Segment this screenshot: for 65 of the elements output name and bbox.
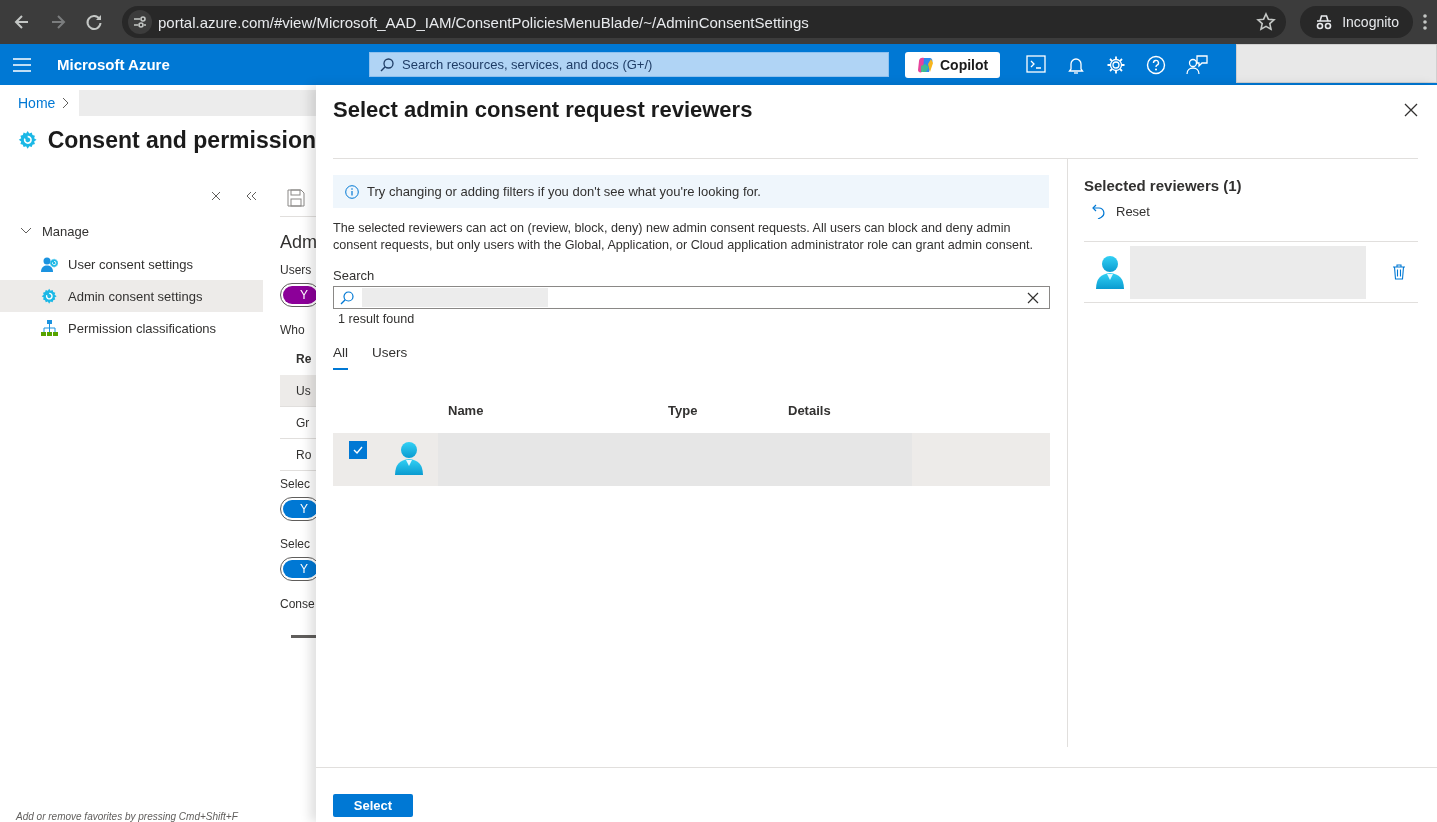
checkbox[interactable] bbox=[349, 441, 367, 459]
menu-icon[interactable] bbox=[13, 57, 31, 72]
user-avatar-icon bbox=[1094, 255, 1126, 289]
save-icon[interactable] bbox=[287, 189, 305, 207]
feedback-icon[interactable] bbox=[1186, 54, 1209, 75]
site-settings-icon[interactable] bbox=[128, 10, 152, 34]
incognito-button[interactable]: Incognito bbox=[1300, 6, 1413, 38]
search-field[interactable]: Search resources, services, and docs (G+/) bbox=[369, 52, 889, 77]
slider-track bbox=[291, 635, 316, 638]
reset-button[interactable]: Reset bbox=[1092, 203, 1418, 219]
panel-title: Select admin consent request reviewers bbox=[333, 97, 753, 123]
field-label: Search bbox=[333, 268, 376, 283]
star-icon[interactable] bbox=[1256, 12, 1277, 32]
column-header: Details bbox=[788, 403, 832, 418]
column-header: Type bbox=[668, 403, 699, 418]
setting-label: Who bbox=[280, 322, 306, 339]
delete-icon[interactable] bbox=[1392, 264, 1406, 280]
portal-brand[interactable]: Microsoft Azure bbox=[57, 56, 369, 73]
breadcrumb-link[interactable]: Home bbox=[18, 94, 56, 111]
select-button[interactable]: Select bbox=[333, 794, 413, 817]
help-icon[interactable] bbox=[1146, 54, 1167, 75]
checkmark-icon bbox=[353, 446, 363, 454]
search-icon bbox=[380, 57, 394, 72]
column-header: Re bbox=[295, 351, 313, 368]
close-icon[interactable] bbox=[1404, 103, 1418, 117]
address-bar[interactable]: portal.azure.com/#view/Microsoft_AAD_IAM/ConsentPoliciesMenuBlade/~/AdminConsentSettings bbox=[122, 6, 1287, 38]
clear-icon[interactable] bbox=[1027, 291, 1039, 304]
hierarchy-icon bbox=[41, 320, 58, 336]
close-icon[interactable] bbox=[211, 191, 221, 201]
copilot-icon bbox=[916, 55, 934, 74]
nav-item[interactable]: Permission classifications bbox=[0, 312, 263, 344]
setting-label: Users bbox=[280, 262, 313, 279]
search-icon bbox=[340, 290, 354, 305]
reload-icon[interactable] bbox=[84, 12, 104, 32]
gear-icon bbox=[41, 288, 58, 304]
page-title: Consent and permission bbox=[47, 126, 316, 154]
user-gear-icon bbox=[41, 256, 58, 272]
nav-item[interactable]: User consent settings bbox=[0, 248, 263, 280]
info-message: Try changing or adding filters if you don't see what you're looking for. bbox=[367, 184, 761, 199]
terminal-icon[interactable] bbox=[1026, 54, 1047, 73]
search-field[interactable] bbox=[333, 286, 1050, 309]
nav-group[interactable]: Manage bbox=[0, 214, 263, 248]
favorites-hint: Add or remove favorites by pressing Cmd+Shift+F bbox=[16, 811, 238, 822]
section-heading: Adm bbox=[280, 231, 316, 254]
nav-item[interactable]: Admin consent settings bbox=[0, 280, 263, 312]
setting-label: Conse bbox=[280, 596, 316, 613]
more-icon[interactable] bbox=[1421, 12, 1429, 32]
copilot-button[interactable]: Copilot bbox=[905, 51, 1001, 78]
tab[interactable]: Users bbox=[372, 340, 408, 370]
info-icon bbox=[345, 184, 359, 199]
setting-label: Selec bbox=[280, 536, 312, 553]
result-count: 1 result found bbox=[338, 312, 416, 326]
undo-icon bbox=[1092, 203, 1106, 219]
tab[interactable]: All bbox=[333, 340, 348, 370]
collapse-icon[interactable] bbox=[245, 191, 257, 201]
column-header: Name bbox=[448, 403, 485, 418]
setting-label: Selec bbox=[280, 476, 312, 493]
settings-icon[interactable] bbox=[1106, 54, 1127, 75]
url-text: portal.azure.com/#view/Microsoft_AAD_IAM/ConsentPoliciesMenuBlade/~/AdminConsentSettings bbox=[158, 13, 810, 31]
user-avatar-icon bbox=[393, 441, 425, 475]
panel-heading: Selected reviewers (1) bbox=[1084, 177, 1243, 194]
table-row[interactable]: Us bbox=[280, 375, 316, 407]
description-text: The selected reviewers can act on (review, block, deny) new admin consent requests. All users can block and deny admin consent requests, but only users with the Global, Application, or Cloud application administrator role can grant admin consent. bbox=[333, 220, 1035, 254]
search-placeholder: Search resources, services, and docs (G+/) bbox=[402, 57, 653, 72]
chevron-right-icon bbox=[61, 96, 70, 109]
